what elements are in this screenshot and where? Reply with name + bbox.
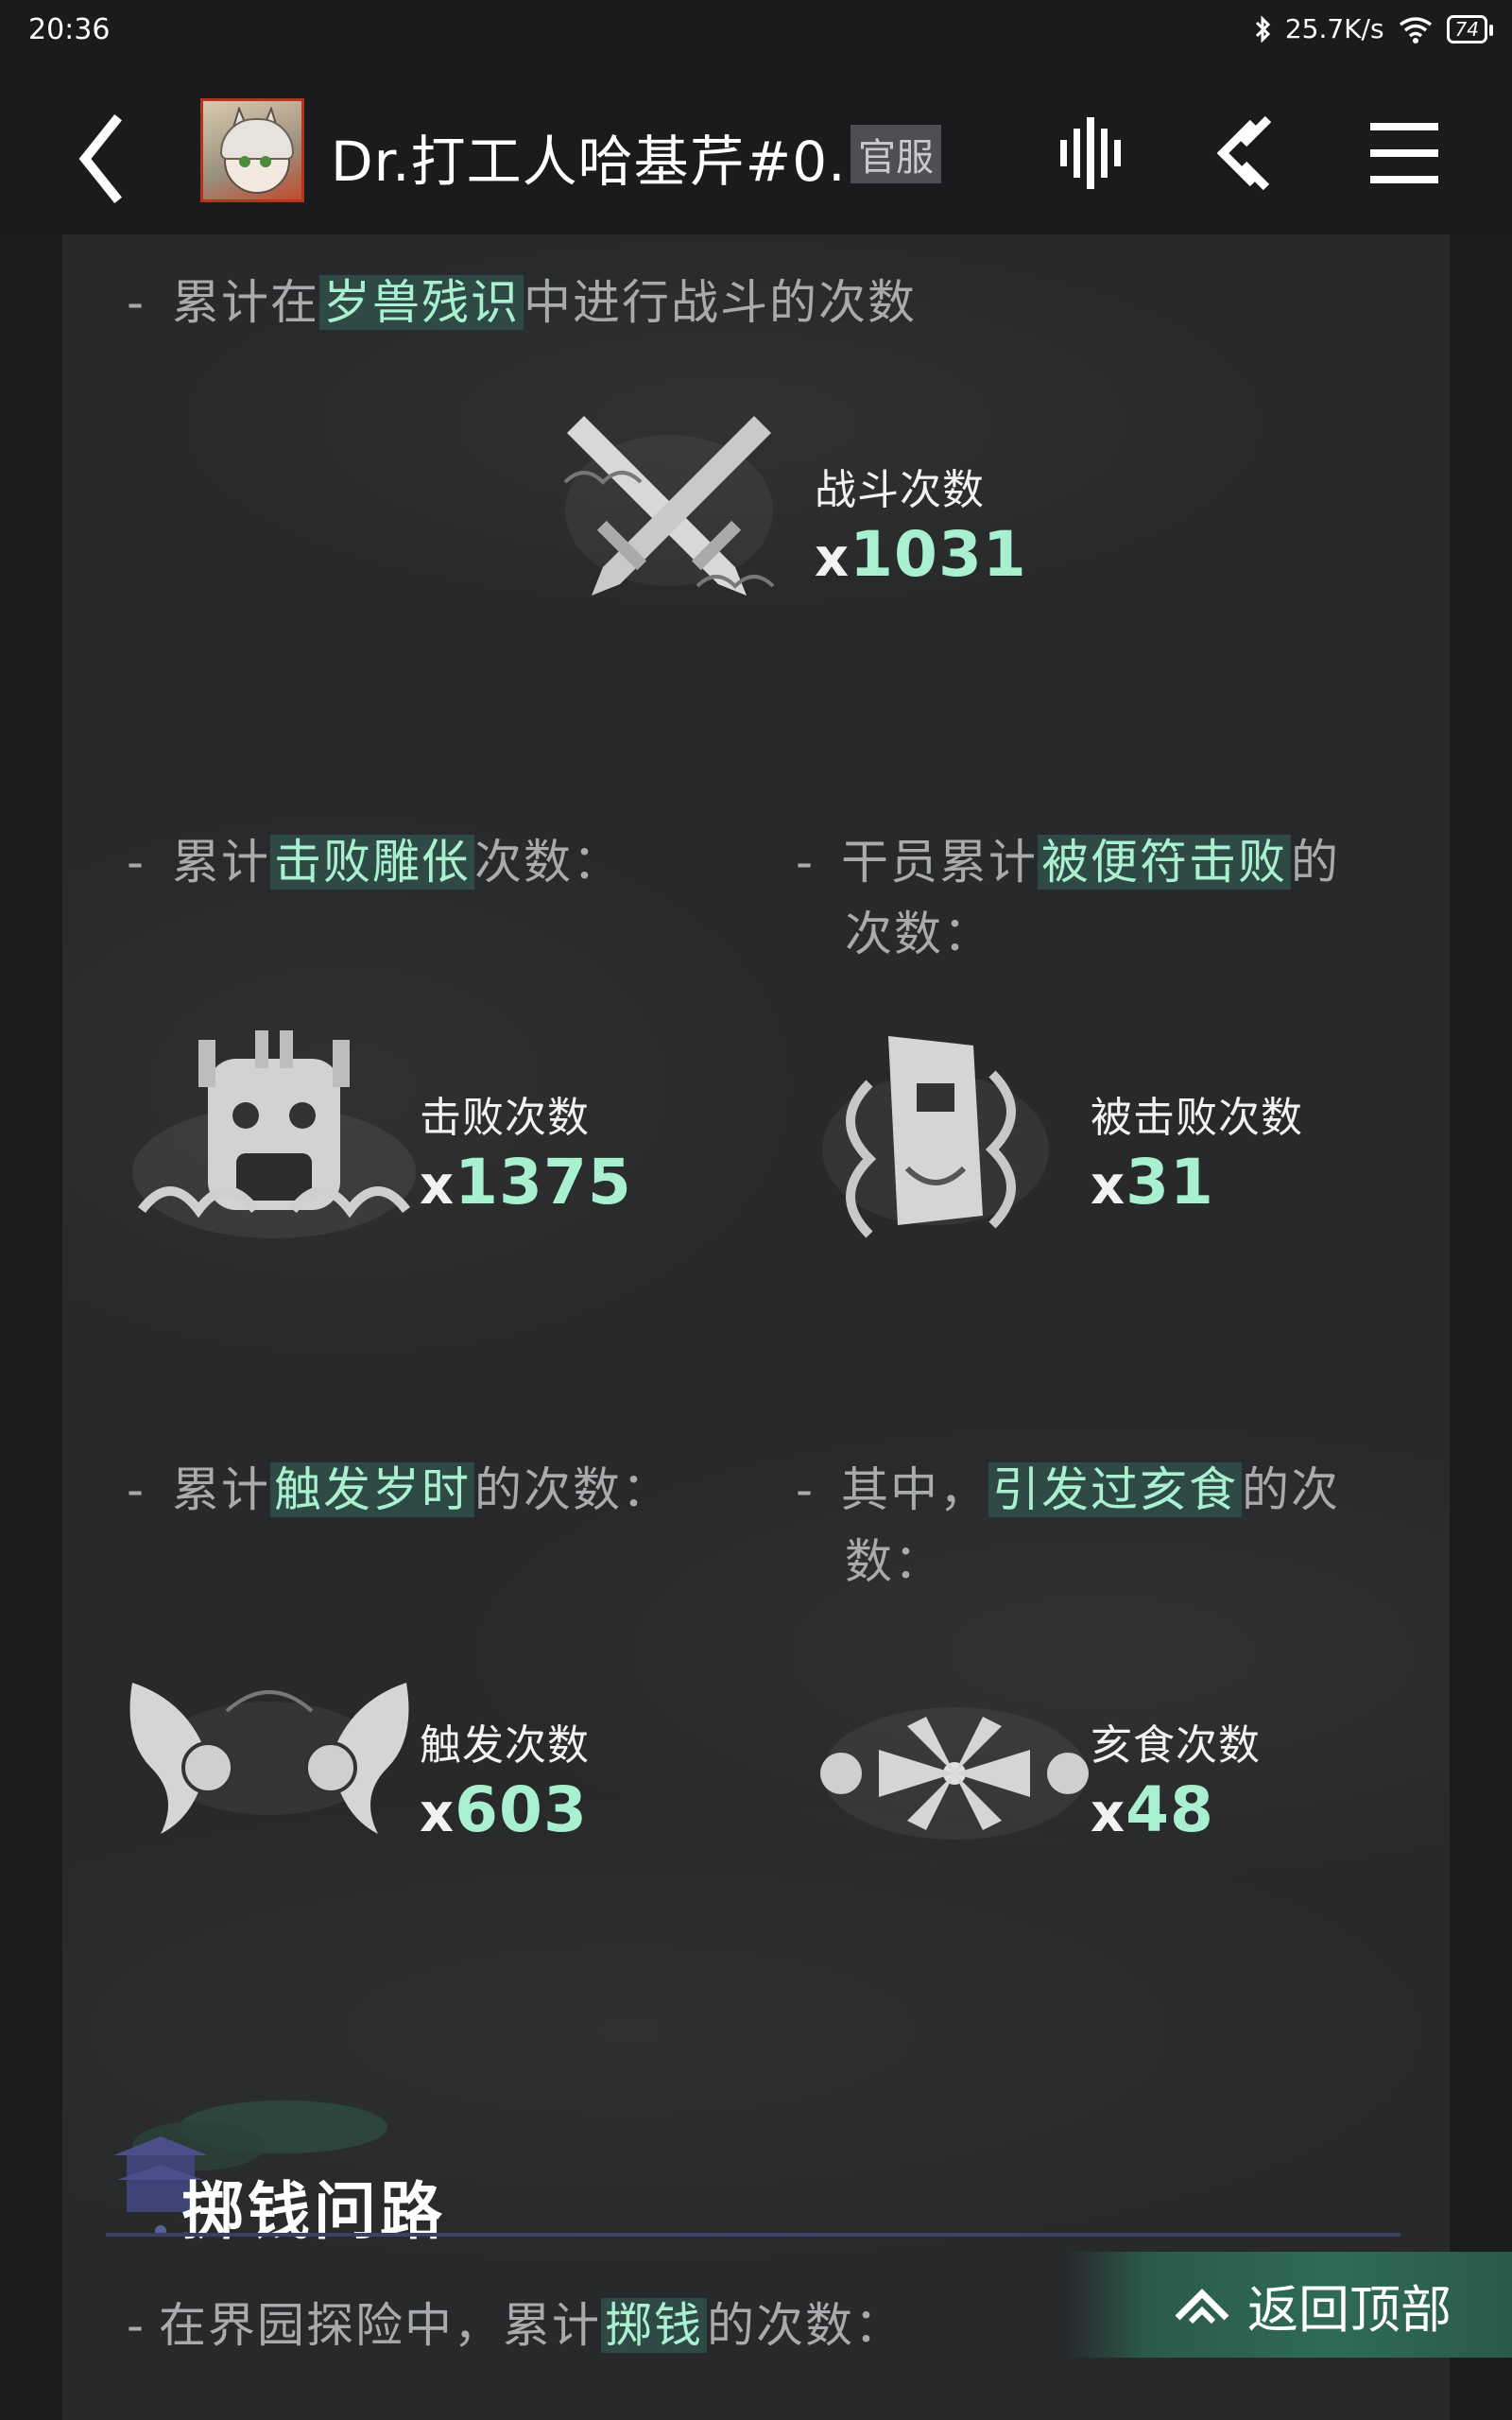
- defeated-description: - 干员累计被便符击败的 次数：: [796, 835, 1341, 961]
- battles-label: 战斗次数: [815, 466, 985, 514]
- menu-icon[interactable]: [1366, 115, 1442, 191]
- coin-highlight: 掷钱: [601, 2298, 708, 2353]
- battles-highlight: 岁兽残识: [319, 275, 524, 330]
- server-badge: 官服: [850, 125, 941, 183]
- haishi-highlight: 引发过亥食: [988, 1462, 1243, 1517]
- haishi-label: 亥食次数: [1091, 1721, 1261, 1770]
- back-to-top-label: 返回顶部: [1247, 2279, 1452, 2340]
- battery-icon: 74: [1446, 14, 1494, 43]
- top-nav-bar: Dr.打工人哈基芹#0... 官服: [0, 62, 1512, 234]
- trigger-highlight: 触发岁时: [270, 1462, 475, 1517]
- section-divider: [106, 2233, 1400, 2237]
- defeat-value: x1375: [420, 1146, 632, 1219]
- defeated-value: x31: [1091, 1146, 1214, 1219]
- beast-mask-icon: [132, 1030, 416, 1238]
- status-right: 25.7K/s 74: [1253, 13, 1494, 44]
- crossed-swords-icon: [563, 416, 775, 596]
- trigger-label: 触发次数: [420, 1721, 590, 1770]
- flame-eyes-icon: [129, 1683, 409, 1834]
- arrow-up-icon: [1175, 2289, 1229, 2325]
- page-title: Dr.打工人哈基芹#0...: [331, 130, 884, 194]
- defeat-label: 击败次数: [420, 1094, 590, 1142]
- status-bar: 20:36 25.7K/s 74: [0, 0, 1512, 62]
- battles-description: - 累计在岁兽残识中进行战斗的次数: [127, 275, 918, 330]
- network-speed: 25.7K/s: [1284, 13, 1384, 44]
- section-title-coin: 掷钱问路: [181, 2174, 446, 2248]
- defeated-highlight: 被便符击败: [1038, 835, 1292, 890]
- battles-value: x1031: [815, 518, 1027, 591]
- share-icon[interactable]: [1210, 115, 1285, 191]
- trigger-value: x603: [420, 1773, 588, 1846]
- haishi-description: - 其中，引发过亥食的次 数：: [796, 1462, 1341, 1589]
- wifi-icon: [1399, 16, 1432, 43]
- bluetooth-icon: [1255, 14, 1270, 43]
- defeated-label: 被击败次数: [1091, 1094, 1303, 1142]
- defeat-highlight: 击败雕伥: [270, 835, 475, 890]
- audio-wave-icon[interactable]: [1055, 115, 1130, 191]
- talisman-icon: [822, 1036, 1049, 1238]
- avatar[interactable]: [200, 98, 304, 202]
- status-time: 20:36: [28, 13, 111, 46]
- back-icon[interactable]: [74, 110, 149, 204]
- haishi-value: x48: [1091, 1773, 1214, 1846]
- radiant-orb-icon: [820, 1707, 1089, 1840]
- defeat-description: - 累计击败雕伥次数：: [127, 835, 623, 890]
- trigger-description: - 累计触发岁时的次数：: [127, 1462, 672, 1517]
- coin-description: - 在界园探险中，累计掷钱的次数：: [127, 2298, 904, 2353]
- back-to-top-button[interactable]: 返回顶部: [1066, 2252, 1512, 2358]
